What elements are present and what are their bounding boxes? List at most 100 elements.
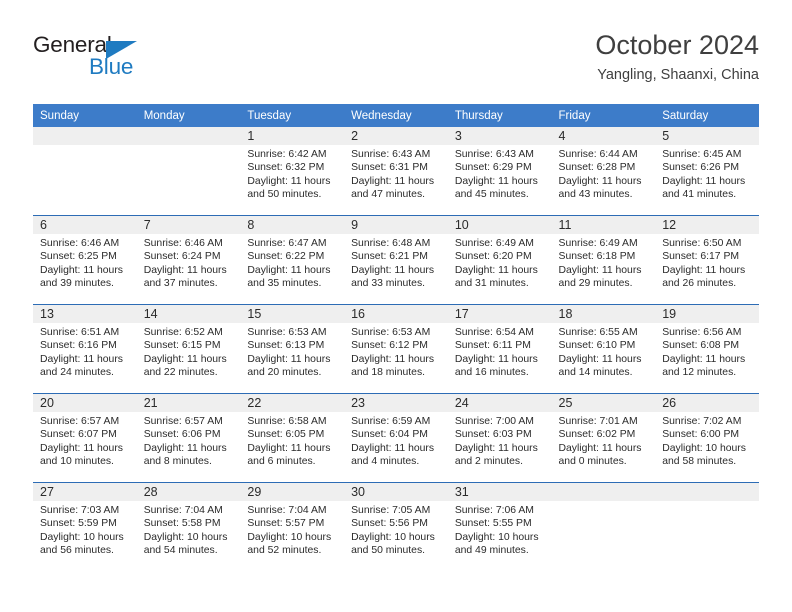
empty-day	[33, 127, 137, 215]
calendar-day-cell[interactable]: 7 Sunrise: 6:46 AM Sunset: 6:24 PM Daylight…	[136, 215, 241, 305]
calendar-day-cell[interactable]: 15 Sunrise: 6:53 AM Sunset: 6:13 PM Dayligh…	[240, 304, 345, 394]
day-number: 3	[447, 127, 552, 145]
calendar-day-cell[interactable]: 29 Sunrise: 7:04 AM Sunset: 5:57 PM Dayligh…	[240, 482, 345, 571]
day-29: 29 Sunrise: 7:04 AM Sunset: 5:57 PM Dayligh…	[240, 483, 345, 571]
sunset-text: Sunset: 6:10 PM	[558, 340, 636, 352]
day-details: Sunrise: 6:42 AM Sunset: 6:32 PM Daylight:…	[240, 145, 344, 202]
daylight-text-line1: Daylight: 10 hours	[662, 442, 746, 454]
calendar-day-cell[interactable]: 13 Sunrise: 6:51 AM Sunset: 6:16 PM Dayligh…	[33, 304, 137, 394]
daylight-text-line2: and 8 minutes.	[143, 456, 212, 468]
calendar-day-cell[interactable]: 17 Sunrise: 6:54 AM Sunset: 6:11 PM Dayligh…	[447, 304, 552, 394]
sunrise-text: Sunrise: 6:53 AM	[247, 327, 327, 338]
sunrise-text: Sunrise: 7:03 AM	[40, 505, 120, 516]
daylight-text-line2: and 4 minutes.	[351, 456, 420, 468]
calendar-day-cell[interactable]: 22 Sunrise: 6:58 AM Sunset: 6:05 PM Dayligh…	[240, 393, 345, 483]
day-details: Sunrise: 7:04 AM Sunset: 5:57 PM Daylight:…	[240, 501, 344, 558]
calendar-day-cell[interactable]: 27 Sunrise: 7:03 AM Sunset: 5:59 PM Dayligh…	[33, 482, 137, 571]
calendar-day-cell[interactable]: 8 Sunrise: 6:47 AM Sunset: 6:22 PM Daylight…	[240, 215, 345, 305]
calendar-day-cell[interactable]: 31 Sunrise: 7:06 AM Sunset: 5:55 PM Dayligh…	[447, 482, 552, 571]
calendar-week-row: 27 Sunrise: 7:03 AM Sunset: 5:59 PM Dayligh…	[33, 482, 759, 571]
calendar-week-row: 1 Sunrise: 6:42 AM Sunset: 6:32 PM Daylight…	[33, 127, 759, 216]
daylight-text-line2: and 58 minutes.	[662, 456, 737, 468]
day-8: 8 Sunrise: 6:47 AM Sunset: 6:22 PM Daylight…	[240, 216, 345, 304]
daylight-text-line2: and 56 minutes.	[40, 545, 114, 557]
calendar-day-cell[interactable]: 12 Sunrise: 6:50 AM Sunset: 6:17 PM Dayligh…	[655, 215, 759, 305]
sunset-text: Sunset: 6:06 PM	[143, 429, 221, 441]
day-number	[33, 127, 137, 145]
calendar-day-cell[interactable]: 6 Sunrise: 6:46 AM Sunset: 6:25 PM Daylight…	[33, 215, 137, 305]
day-number: 21	[136, 394, 241, 412]
logo-text-blue: Blue	[89, 54, 134, 79]
day-23: 23 Sunrise: 6:59 AM Sunset: 6:04 PM Dayligh…	[344, 394, 448, 482]
day-number: 14	[136, 305, 241, 323]
calendar-day-cell[interactable]: 4 Sunrise: 6:44 AM Sunset: 6:28 PM Daylight…	[551, 127, 656, 216]
day-7: 7 Sunrise: 6:46 AM Sunset: 6:24 PM Daylight…	[136, 216, 241, 304]
weekday-header-tuesday: Tuesday	[240, 104, 345, 127]
calendar-day-cell[interactable]: 16 Sunrise: 6:53 AM Sunset: 6:12 PM Dayligh…	[344, 304, 448, 394]
calendar-day-cell	[33, 127, 137, 216]
daylight-text-line2: and 33 minutes.	[351, 278, 426, 290]
calendar-day-cell[interactable]: 19 Sunrise: 6:56 AM Sunset: 6:08 PM Dayligh…	[655, 304, 759, 394]
sunrise-text: Sunrise: 6:53 AM	[351, 327, 431, 338]
daylight-text-line2: and 43 minutes.	[558, 189, 633, 201]
day-30: 30 Sunrise: 7:05 AM Sunset: 5:56 PM Dayligh…	[344, 483, 448, 571]
daylight-text-line2: and 29 minutes.	[558, 278, 633, 290]
daylight-text-line1: Daylight: 11 hours	[40, 353, 123, 365]
daylight-text-line2: and 54 minutes.	[143, 545, 218, 557]
sunset-text: Sunset: 6:11 PM	[454, 340, 531, 352]
sunset-text: Sunset: 6:08 PM	[662, 340, 740, 352]
day-details: Sunrise: 7:03 AM Sunset: 5:59 PM Daylight:…	[33, 501, 137, 558]
calendar-day-cell[interactable]: 10 Sunrise: 6:49 AM Sunset: 6:20 PM Dayligh…	[447, 215, 552, 305]
sunset-text: Sunset: 6:24 PM	[143, 251, 221, 263]
sunset-text: Sunset: 6:02 PM	[558, 429, 636, 441]
daylight-text-line2: and 49 minutes.	[454, 545, 529, 557]
calendar-day-cell[interactable]: 18 Sunrise: 6:55 AM Sunset: 6:10 PM Dayligh…	[551, 304, 656, 394]
day-16: 16 Sunrise: 6:53 AM Sunset: 6:12 PM Dayligh…	[344, 305, 448, 393]
general-blue-logo[interactable]: General Blue	[33, 32, 163, 84]
calendar-day-cell[interactable]: 9 Sunrise: 6:48 AM Sunset: 6:21 PM Daylight…	[344, 215, 448, 305]
day-number: 12	[655, 216, 759, 234]
calendar-day-cell[interactable]: 24 Sunrise: 7:00 AM Sunset: 6:03 PM Dayligh…	[447, 393, 552, 483]
day-details: Sunrise: 6:50 AM Sunset: 6:17 PM Daylight:…	[655, 234, 759, 291]
calendar-day-cell[interactable]: 1 Sunrise: 6:42 AM Sunset: 6:32 PM Daylight…	[240, 127, 345, 216]
sunrise-text: Sunrise: 6:52 AM	[143, 327, 223, 338]
calendar-day-cell[interactable]: 25 Sunrise: 7:01 AM Sunset: 6:02 PM Dayligh…	[551, 393, 656, 483]
day-6: 6 Sunrise: 6:46 AM Sunset: 6:25 PM Daylight…	[33, 216, 137, 304]
sunrise-text: Sunrise: 7:01 AM	[558, 416, 638, 427]
day-17: 17 Sunrise: 6:54 AM Sunset: 6:11 PM Dayligh…	[447, 305, 552, 393]
daylight-text-line2: and 24 minutes.	[40, 367, 114, 379]
sunrise-text: Sunrise: 6:54 AM	[454, 327, 534, 338]
calendar-day-cell	[551, 482, 656, 571]
calendar-day-cell[interactable]: 30 Sunrise: 7:05 AM Sunset: 5:56 PM Dayligh…	[344, 482, 448, 571]
calendar-day-cell[interactable]: 28 Sunrise: 7:04 AM Sunset: 5:58 PM Dayligh…	[136, 482, 241, 571]
day-5: 5 Sunrise: 6:45 AM Sunset: 6:26 PM Daylight…	[655, 127, 759, 215]
day-number: 2	[344, 127, 448, 145]
daylight-text-line2: and 0 minutes.	[558, 456, 627, 468]
day-number: 11	[551, 216, 656, 234]
day-number	[655, 483, 759, 501]
sunrise-text: Sunrise: 6:49 AM	[558, 238, 638, 249]
calendar-day-cell[interactable]: 2 Sunrise: 6:43 AM Sunset: 6:31 PM Daylight…	[344, 127, 448, 216]
day-details: Sunrise: 6:43 AM Sunset: 6:29 PM Daylight:…	[448, 145, 552, 202]
calendar-day-cell[interactable]: 5 Sunrise: 6:45 AM Sunset: 6:26 PM Daylight…	[655, 127, 759, 216]
calendar-day-cell[interactable]: 26 Sunrise: 7:02 AM Sunset: 6:00 PM Dayligh…	[655, 393, 759, 483]
calendar-day-cell[interactable]: 23 Sunrise: 6:59 AM Sunset: 6:04 PM Dayligh…	[344, 393, 448, 483]
day-19: 19 Sunrise: 6:56 AM Sunset: 6:08 PM Dayligh…	[655, 305, 759, 393]
daylight-text-line1: Daylight: 11 hours	[143, 442, 227, 454]
daylight-text-line2: and 39 minutes.	[40, 278, 114, 290]
calendar-day-cell[interactable]: 21 Sunrise: 6:57 AM Sunset: 6:06 PM Dayligh…	[136, 393, 241, 483]
day-2: 2 Sunrise: 6:43 AM Sunset: 6:31 PM Daylight…	[344, 127, 448, 215]
calendar-day-cell[interactable]: 3 Sunrise: 6:43 AM Sunset: 6:29 PM Daylight…	[447, 127, 552, 216]
day-details: Sunrise: 6:44 AM Sunset: 6:28 PM Daylight:…	[552, 145, 656, 202]
day-21: 21 Sunrise: 6:57 AM Sunset: 6:06 PM Dayligh…	[136, 394, 241, 482]
day-number: 4	[551, 127, 656, 145]
day-details: Sunrise: 6:59 AM Sunset: 6:04 PM Daylight:…	[344, 412, 448, 469]
day-details: Sunrise: 7:00 AM Sunset: 6:03 PM Daylight:…	[448, 412, 552, 469]
calendar-day-cell[interactable]: 14 Sunrise: 6:52 AM Sunset: 6:15 PM Dayligh…	[136, 304, 241, 394]
sunset-text: Sunset: 6:20 PM	[454, 251, 532, 263]
calendar-day-cell[interactable]: 11 Sunrise: 6:49 AM Sunset: 6:18 PM Dayligh…	[551, 215, 656, 305]
calendar-day-cell[interactable]: 20 Sunrise: 6:57 AM Sunset: 6:07 PM Dayligh…	[33, 393, 137, 483]
daylight-text-line2: and 6 minutes.	[247, 456, 316, 468]
day-details: Sunrise: 6:52 AM Sunset: 6:15 PM Daylight:…	[137, 323, 241, 380]
sunset-text: Sunset: 5:55 PM	[454, 518, 532, 530]
